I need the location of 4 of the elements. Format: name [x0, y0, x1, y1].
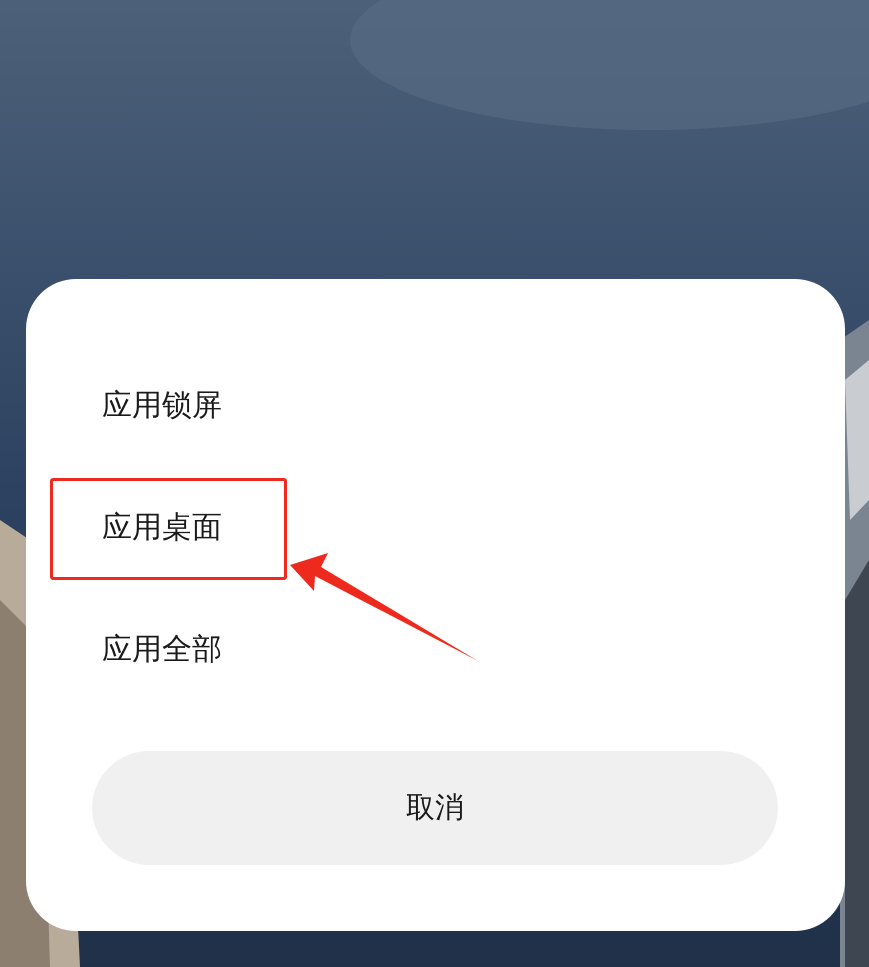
menu-item[interactable]: 应用桌面 [26, 466, 845, 588]
menu-item[interactable]: 应用全部 [26, 588, 845, 710]
cancel-button[interactable]: 取消 [92, 751, 778, 865]
menu-item[interactable]: 应用锁屏 [26, 344, 845, 466]
